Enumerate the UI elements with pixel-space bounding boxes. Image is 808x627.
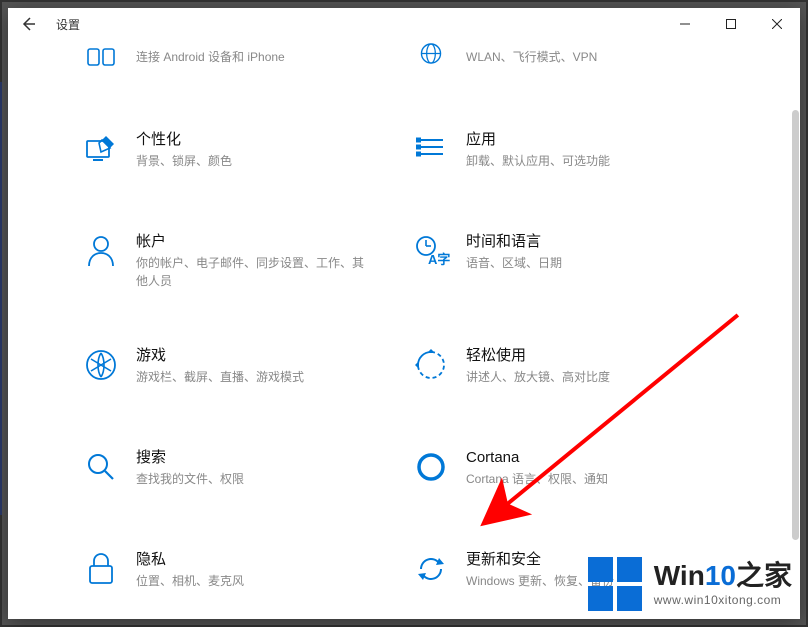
tile-search[interactable]: 搜索 查找我的文件、权限	[84, 448, 394, 494]
tile-title: 隐私	[136, 550, 244, 570]
tile-desc: 卸载、默认应用、可选功能	[466, 152, 610, 170]
tile-cortana[interactable]: Cortana Cortana 语言、权限、通知	[414, 448, 724, 494]
tile-desc: 语音、区域、日期	[466, 254, 562, 272]
window-controls	[662, 8, 800, 40]
tile-title: 应用	[466, 130, 610, 150]
tile-desc: 讲述人、放大镜、高对比度	[466, 368, 610, 386]
personalization-icon	[84, 132, 118, 166]
tile-desc: Windows 更新、恢复、备份	[466, 572, 614, 590]
settings-window: 设置	[8, 8, 800, 619]
tile-time-language[interactable]: A字 时间和语言 语音、区域、日期	[414, 232, 724, 290]
tile-desc: WLAN、飞行模式、VPN	[466, 48, 597, 66]
tile-title: 轻松使用	[466, 346, 610, 366]
tile-desc: 查找我的文件、权限	[136, 470, 244, 488]
minimize-button[interactable]	[662, 8, 708, 40]
tile-title: 搜索	[136, 448, 244, 468]
time-language-icon: A字	[414, 234, 448, 268]
cortana-icon	[414, 450, 448, 484]
tile-desc: 游戏栏、截屏、直播、游戏模式	[136, 368, 304, 386]
tile-desc: 连接 Android 设备和 iPhone	[136, 48, 285, 66]
tile-accounts[interactable]: 帐户 你的帐户、电子邮件、同步设置、工作、其他人员	[84, 232, 394, 290]
tile-title: 个性化	[136, 130, 232, 150]
tile-title: 帐户	[136, 232, 366, 252]
scroll-thumb[interactable]	[792, 110, 799, 540]
tile-privacy[interactable]: 隐私 位置、相机、麦克风	[84, 550, 394, 596]
update-icon	[414, 552, 448, 586]
tile-title: Cortana	[466, 448, 608, 468]
tile-ease-of-access[interactable]: 轻松使用 讲述人、放大镜、高对比度	[414, 346, 724, 392]
tile-desc: 你的帐户、电子邮件、同步设置、工作、其他人员	[136, 254, 366, 290]
maximize-button[interactable]	[708, 8, 754, 40]
tiles-grid: 连接 Android 设备和 iPhone WLAN、飞行模式、VPN	[8, 40, 800, 596]
tile-apps[interactable]: 应用 卸载、默认应用、可选功能	[414, 130, 724, 176]
tile-desc: Cortana 语言、权限、通知	[466, 470, 608, 488]
globe-icon	[414, 40, 448, 74]
tile-desc: 背景、锁屏、颜色	[136, 152, 232, 170]
window-title: 设置	[56, 16, 80, 33]
apps-icon	[414, 132, 448, 166]
accounts-icon	[84, 234, 118, 268]
ease-of-access-icon	[414, 348, 448, 382]
titlebar: 设置	[8, 8, 800, 40]
tile-title: 时间和语言	[466, 232, 562, 252]
tile-network[interactable]: WLAN、飞行模式、VPN	[414, 40, 724, 74]
phone-icon	[84, 40, 118, 74]
tile-update-security[interactable]: 更新和安全 Windows 更新、恢复、备份	[414, 550, 724, 596]
scrollbar[interactable]	[791, 80, 800, 619]
tile-gaming[interactable]: 游戏 游戏栏、截屏、直播、游戏模式	[84, 346, 394, 392]
privacy-icon	[84, 552, 118, 586]
close-button[interactable]	[754, 8, 800, 40]
tile-title: 更新和安全	[466, 550, 614, 570]
tile-desc: 位置、相机、麦克风	[136, 572, 244, 590]
tile-phone[interactable]: 连接 Android 设备和 iPhone	[84, 40, 394, 74]
svg-text:A字: A字	[428, 252, 450, 267]
tile-personalization[interactable]: 个性化 背景、锁屏、颜色	[84, 130, 394, 176]
gaming-icon	[84, 348, 118, 382]
settings-content: 连接 Android 设备和 iPhone WLAN、飞行模式、VPN	[8, 40, 800, 619]
back-button[interactable]	[20, 16, 36, 32]
left-edge-strip	[0, 82, 2, 515]
search-icon	[84, 450, 118, 484]
tile-title: 游戏	[136, 346, 304, 366]
